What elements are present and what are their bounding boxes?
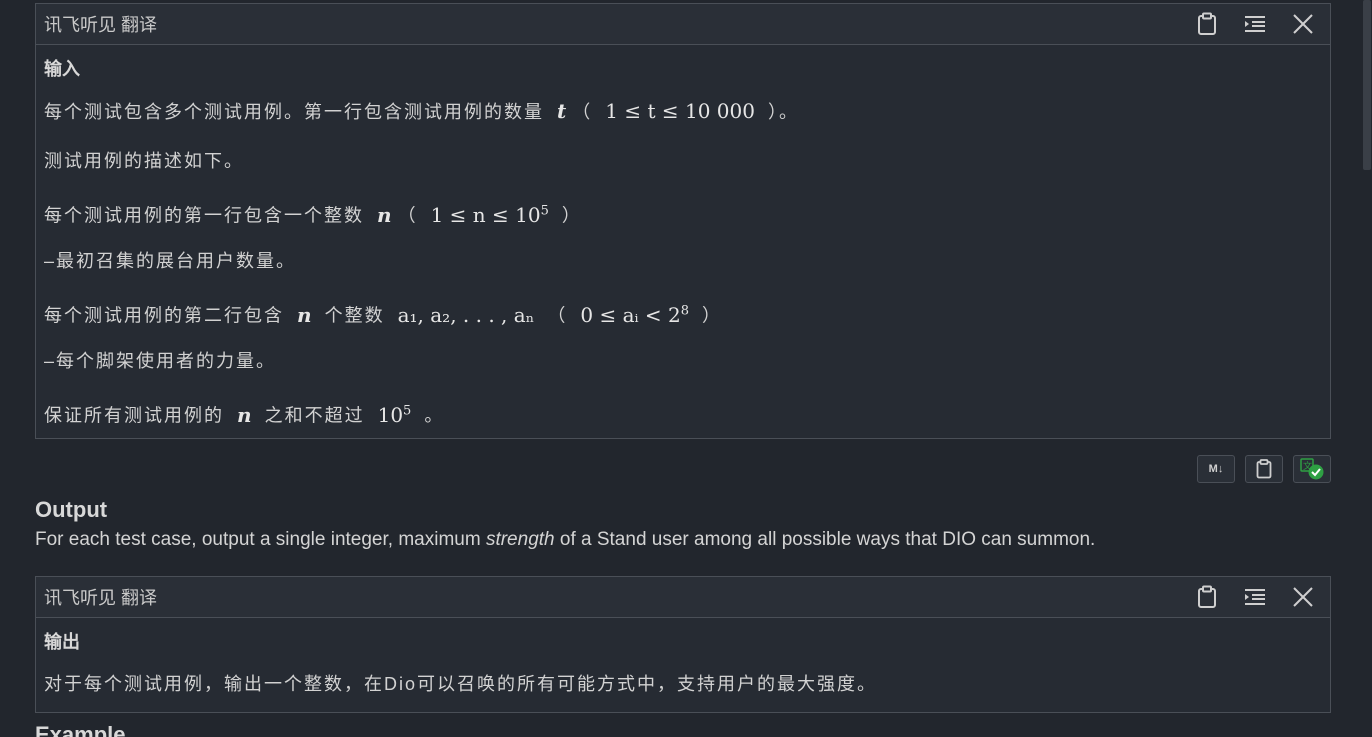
copy-button[interactable] — [1192, 582, 1222, 612]
math-constraint: 1 ≤ t ≤ 10 000 — [605, 99, 755, 123]
emphasis-text: strength — [485, 529, 555, 550]
text: 个整数 — [324, 305, 385, 326]
input-heading: 输入 — [44, 59, 80, 79]
close-button[interactable] — [1288, 582, 1318, 612]
var-n: n — [237, 402, 252, 427]
panel-title: 讯飞听见 翻译 — [44, 15, 158, 35]
translate-button[interactable]: 文 — [1293, 455, 1331, 483]
panel-body: 输入 每个测试包含多个测试用例。第一行包含测试用例的数量 t （ 1 ≤ t ≤ … — [36, 45, 1330, 451]
math-var: n — [297, 303, 312, 327]
translate-check-icon: 文 — [1300, 458, 1324, 480]
panel-tools — [1192, 9, 1322, 39]
math-exponent: 8 — [680, 303, 689, 318]
paren-close: ）。 — [767, 102, 799, 122]
panel-tools — [1192, 582, 1322, 612]
math-base: 1 ≤ n ≤ 10 — [430, 202, 541, 227]
page: 讯飞听见 翻译 输入 每个测试包含多个测试用例。第一行包含测试用例的数量 t （… — [0, 0, 1372, 737]
text: For each test case, output a single inte… — [35, 529, 486, 550]
text: 之和不超过 — [264, 405, 365, 426]
align-icon — [1245, 16, 1265, 32]
panel-header: 讯飞听见 翻译 — [36, 4, 1330, 45]
action-row: M↓ 文 — [1197, 455, 1331, 483]
math-constraint: 105 — [378, 403, 412, 427]
panel-title: 讯飞听见 翻译 — [44, 588, 158, 608]
copy-markdown-button[interactable] — [1245, 455, 1283, 483]
paren-open: （ — [572, 102, 593, 122]
math-base: 10 — [377, 402, 404, 427]
paragraph-output: 对于每个测试用例，输出一个整数，在Dio可以召唤的所有可能方式中，支持用户的最大… — [44, 674, 878, 694]
text: 每个测试用例的第二行包含 — [44, 305, 284, 326]
var-t: t — [557, 99, 567, 123]
clipboard-icon — [1198, 585, 1216, 608]
paragraph-sum-guarantee: 保证所有测试用例的 n 之和不超过 105 。 — [44, 401, 1322, 451]
clipboard-icon — [1198, 12, 1216, 35]
math-var: n — [237, 403, 252, 427]
close-icon — [1293, 587, 1313, 607]
clipboard-icon — [1256, 459, 1272, 479]
example-title: Example — [35, 722, 126, 737]
paragraph-test-count: 每个测试包含多个测试用例。第一行包含测试用例的数量 t （ 1 ≤ t ≤ 10 … — [44, 101, 1322, 151]
output-heading: 输出 — [44, 632, 80, 652]
paren-close: ） — [561, 205, 582, 226]
close-icon — [1293, 14, 1313, 34]
math-sequence: a₁, a₂, . . . , aₙ — [397, 302, 535, 327]
var-n: n — [377, 202, 392, 227]
paragraph-initial-users: –最初召集的展台用户数量。 — [44, 251, 297, 271]
paren-open: （ — [397, 205, 418, 226]
text: 。 — [424, 405, 445, 426]
math-constraint: 0 ≤ aᵢ < 28 — [580, 303, 689, 327]
output-translation-panel: 讯飞听见 翻译 输出 对于每个测试用例，输出一个整数，在Dio可以召唤的所有可能… — [35, 576, 1331, 713]
math-var: t — [557, 99, 566, 123]
copy-button[interactable] — [1192, 9, 1222, 39]
scrollbar[interactable] — [1362, 0, 1372, 737]
paragraph-strength: –每个脚架使用者的力量。 — [44, 351, 277, 371]
panel-header: 讯飞听见 翻译 — [36, 577, 1330, 618]
text: 保证所有测试用例的 — [44, 405, 224, 426]
output-description: For each test case, output a single inte… — [35, 529, 1095, 551]
text: 每个测试包含多个测试用例。第一行包含测试用例的数量 — [44, 102, 544, 122]
math-base: 0 ≤ aᵢ < 2 — [580, 302, 681, 327]
close-button[interactable] — [1288, 9, 1318, 39]
text: 每个测试用例的第一行包含一个整数 — [44, 205, 364, 226]
paragraph-first-line: 每个测试用例的第一行包含一个整数 n （ 1 ≤ n ≤ 105 ） — [44, 201, 1322, 251]
math-exponent: 5 — [403, 403, 412, 418]
var-n: n — [297, 302, 312, 327]
math-constraint: 1 ≤ n ≤ 105 — [431, 203, 549, 227]
paren-close: ） — [702, 305, 723, 326]
align-icon — [1245, 589, 1265, 605]
panel-body: 输出 对于每个测试用例，输出一个整数，在Dio可以召唤的所有可能方式中，支持用户… — [36, 618, 1330, 724]
paren-open: （ — [547, 305, 568, 326]
paragraph-description: 测试用例的描述如下。 — [44, 151, 244, 171]
align-button[interactable] — [1240, 9, 1270, 39]
math-exponent: 5 — [540, 203, 549, 218]
text: of a Stand user among all possible ways … — [554, 529, 1096, 550]
output-title: Output — [35, 497, 108, 522]
markdown-icon: M↓ — [1208, 463, 1224, 475]
paragraph-second-line: 每个测试用例的第二行包含 n 个整数 a₁, a₂, . . . , aₙ （ … — [44, 301, 1322, 351]
input-translation-panel: 讯飞听见 翻译 输入 每个测试包含多个测试用例。第一行包含测试用例的数量 t （… — [35, 3, 1331, 439]
scrollbar-thumb[interactable] — [1363, 0, 1371, 170]
align-button[interactable] — [1240, 582, 1270, 612]
math-var: n — [377, 203, 392, 227]
markdown-button[interactable]: M↓ — [1197, 455, 1235, 483]
